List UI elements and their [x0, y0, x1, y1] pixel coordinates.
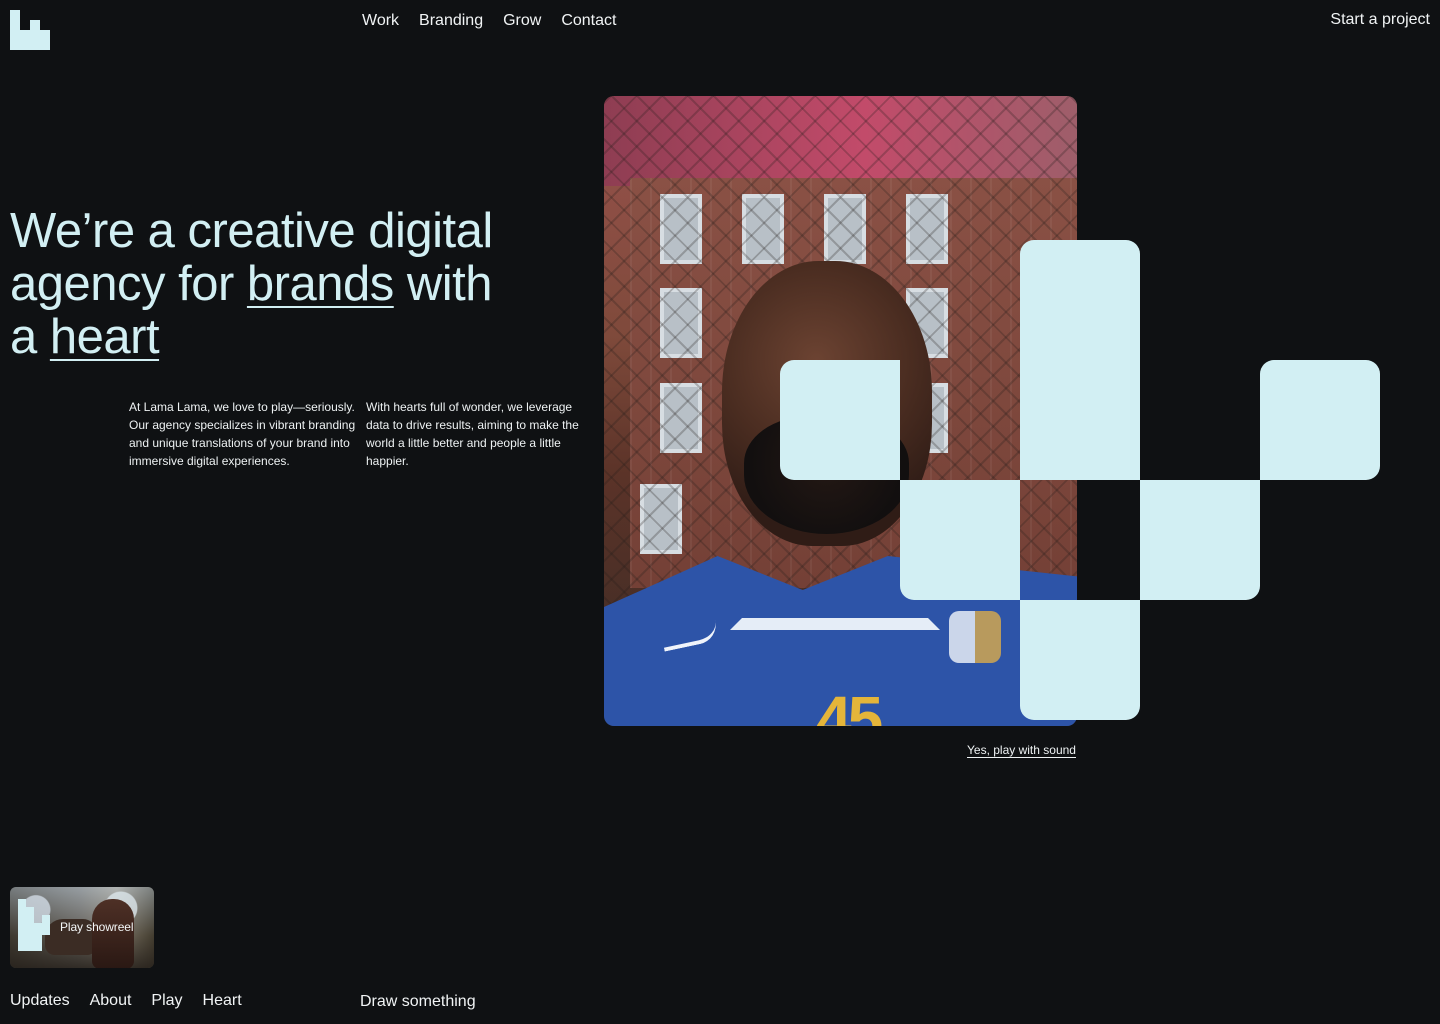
hero-title-line-1: We’re a creative digital	[10, 204, 493, 258]
play-with-sound-link[interactable]: Yes, play with sound	[967, 743, 1076, 758]
nav-item-work[interactable]: Work	[362, 12, 399, 30]
play-showreel-label: Play showreel	[60, 920, 134, 934]
brand-shape-tile	[1260, 360, 1380, 480]
hero-title-line-2-part-2: with	[393, 257, 493, 311]
footer-item-heart[interactable]: Heart	[203, 992, 242, 1010]
intro-text-right: With hearts full of wonder, we leverage …	[366, 400, 579, 468]
footer-item-play[interactable]: Play	[151, 992, 182, 1010]
brand-shape-tile	[1020, 600, 1140, 720]
hero-title-line-2-part-1: agency for	[10, 257, 247, 311]
footer-item-about[interactable]: About	[90, 992, 132, 1010]
draw-something-link[interactable]: Draw something	[360, 993, 476, 1011]
showreel-logo-icon	[18, 899, 54, 951]
nav-item-branding[interactable]: Branding	[419, 12, 483, 30]
nav-item-contact[interactable]: Contact	[561, 12, 616, 30]
jersey-number: 45	[816, 683, 883, 726]
main-navigation: Work Branding Grow Contact	[362, 12, 616, 30]
showreel-thumbnail[interactable]: Play showreel	[10, 887, 154, 968]
landing-page: Work Branding Grow Contact Start a proje…	[0, 0, 1440, 1024]
brand-shape-tile	[780, 360, 900, 480]
brand-shape-tile	[900, 480, 1020, 600]
brand-shape-tile	[1140, 480, 1260, 600]
brands-link[interactable]: brands	[247, 257, 394, 311]
team-logo-icon	[949, 611, 1001, 663]
hero-title: We’re a creative digital agency for bran…	[10, 205, 550, 364]
start-project-link[interactable]: Start a project	[1330, 11, 1430, 29]
brand-logo-icon[interactable]	[10, 10, 50, 50]
footer-item-updates[interactable]: Updates	[10, 992, 70, 1010]
hero-title-line-3-part-1: a	[10, 310, 50, 364]
brand-shape-tile	[1020, 240, 1140, 480]
heart-link[interactable]: heart	[50, 310, 160, 364]
intro-text-left: At Lama Lama, we love to play—seriously.…	[129, 400, 356, 468]
nav-item-grow[interactable]: Grow	[503, 12, 541, 30]
footer-navigation: Updates About Play Heart	[10, 992, 242, 1010]
